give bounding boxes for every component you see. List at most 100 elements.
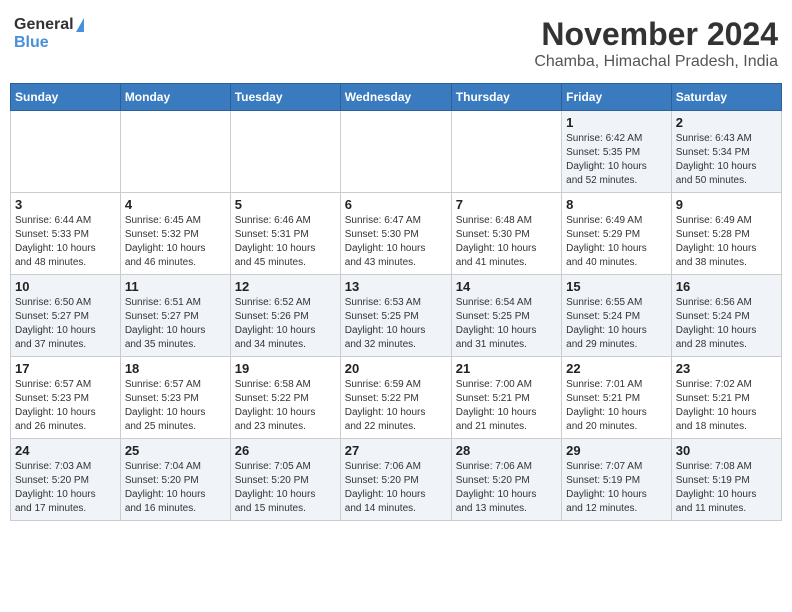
day-info: Sunrise: 6:47 AM Sunset: 5:30 PM Dayligh… xyxy=(345,214,447,270)
day-info: Sunrise: 6:46 AM Sunset: 5:31 PM Dayligh… xyxy=(235,214,336,270)
day-number: 6 xyxy=(345,197,447,212)
calendar-cell: 23Sunrise: 7:02 AM Sunset: 5:21 PM Dayli… xyxy=(671,357,781,439)
calendar-cell: 9Sunrise: 6:49 AM Sunset: 5:28 PM Daylig… xyxy=(671,193,781,275)
calendar-cell: 21 Sunrise: 7:00 AM Sunset: 5:21 PM Dayli… xyxy=(451,357,561,439)
day-number: 7 xyxy=(456,197,557,212)
day-number: 13 xyxy=(345,279,447,294)
day-info: Sunrise: 6:57 AM Sunset: 5:23 PM Dayligh… xyxy=(125,378,226,434)
day-info: Sunrise: 6:48 AM Sunset: 5:30 PM Dayligh… xyxy=(456,214,557,270)
calendar-cell xyxy=(451,111,561,193)
day-info: Sunrise: 7:07 AM Sunset: 5:19 PM Dayligh… xyxy=(566,460,667,516)
weekday-header-friday: Friday xyxy=(562,84,672,111)
calendar-cell: 27 Sunrise: 7:06 AM Sunset: 5:20 PM Dayli… xyxy=(340,439,451,521)
calendar-cell xyxy=(11,111,121,193)
calendar-cell: 14 Sunrise: 6:54 AM Sunset: 5:25 PM Dayli… xyxy=(451,275,561,357)
weekday-header-sunday: Sunday xyxy=(11,84,121,111)
day-info: Sunrise: 6:43 AM Sunset: 5:34 PM Dayligh… xyxy=(676,132,777,188)
day-number: 29 xyxy=(566,443,667,458)
day-info: Sunrise: 7:06 AM Sunset: 5:20 PM Dayligh… xyxy=(456,460,557,516)
day-info: Sunrise: 7:00 AM Sunset: 5:21 PM Dayligh… xyxy=(456,378,557,434)
calendar-cell xyxy=(120,111,230,193)
day-info: Sunrise: 7:06 AM Sunset: 5:20 PM Dayligh… xyxy=(345,460,447,516)
location-title: Chamba, Himachal Pradesh, India xyxy=(534,53,778,71)
day-number: 12 xyxy=(235,279,336,294)
calendar-cell: 11 Sunrise: 6:51 AM Sunset: 5:27 PM Dayli… xyxy=(120,275,230,357)
day-info: Sunrise: 6:59 AM Sunset: 5:22 PM Dayligh… xyxy=(345,378,447,434)
week-row-2: 3 Sunrise: 6:44 AM Sunset: 5:33 PM Daylig… xyxy=(11,193,782,275)
day-info: Sunrise: 6:56 AM Sunset: 5:24 PM Dayligh… xyxy=(676,296,777,352)
day-info: Sunrise: 7:03 AM Sunset: 5:20 PM Dayligh… xyxy=(15,460,116,516)
day-info: Sunrise: 7:01 AM Sunset: 5:21 PM Dayligh… xyxy=(566,378,667,434)
day-number: 19 xyxy=(235,361,336,376)
day-info: Sunrise: 6:54 AM Sunset: 5:25 PM Dayligh… xyxy=(456,296,557,352)
calendar-cell: 15Sunrise: 6:55 AM Sunset: 5:24 PM Dayli… xyxy=(562,275,672,357)
calendar-cell: 16 Sunrise: 6:56 AM Sunset: 5:24 PM Dayli… xyxy=(671,275,781,357)
weekday-header-row: SundayMondayTuesdayWednesdayThursdayFrid… xyxy=(11,84,782,111)
calendar-cell: 28Sunrise: 7:06 AM Sunset: 5:20 PM Dayli… xyxy=(451,439,561,521)
weekday-header-saturday: Saturday xyxy=(671,84,781,111)
logo-blue-text: Blue xyxy=(14,34,49,51)
month-title: November 2024 xyxy=(534,16,778,53)
day-number: 30 xyxy=(676,443,777,458)
calendar-cell: 17 Sunrise: 6:57 AM Sunset: 5:23 PM Dayli… xyxy=(11,357,121,439)
day-number: 27 xyxy=(345,443,447,458)
page-header: General Blue November 2024 Chamba, Himac… xyxy=(10,10,782,77)
calendar-cell: 10 Sunrise: 6:50 AM Sunset: 5:27 PM Dayli… xyxy=(11,275,121,357)
calendar-cell: 2 Sunrise: 6:43 AM Sunset: 5:34 PM Daylig… xyxy=(671,111,781,193)
calendar-cell: 24 Sunrise: 7:03 AM Sunset: 5:20 PM Dayli… xyxy=(11,439,121,521)
week-row-3: 10 Sunrise: 6:50 AM Sunset: 5:27 PM Dayli… xyxy=(11,275,782,357)
calendar-cell: 18 Sunrise: 6:57 AM Sunset: 5:23 PM Dayli… xyxy=(120,357,230,439)
calendar-cell: 20Sunrise: 6:59 AM Sunset: 5:22 PM Dayli… xyxy=(340,357,451,439)
weekday-header-wednesday: Wednesday xyxy=(340,84,451,111)
day-number: 15 xyxy=(566,279,667,294)
weekday-header-tuesday: Tuesday xyxy=(230,84,340,111)
day-info: Sunrise: 6:50 AM Sunset: 5:27 PM Dayligh… xyxy=(15,296,116,352)
day-info: Sunrise: 6:45 AM Sunset: 5:32 PM Dayligh… xyxy=(125,214,226,270)
day-info: Sunrise: 6:51 AM Sunset: 5:27 PM Dayligh… xyxy=(125,296,226,352)
day-number: 16 xyxy=(676,279,777,294)
calendar-cell: 1Sunrise: 6:42 AM Sunset: 5:35 PM Daylig… xyxy=(562,111,672,193)
calendar-cell: 4 Sunrise: 6:45 AM Sunset: 5:32 PM Daylig… xyxy=(120,193,230,275)
day-number: 11 xyxy=(125,279,226,294)
day-info: Sunrise: 6:49 AM Sunset: 5:29 PM Dayligh… xyxy=(566,214,667,270)
logo-general-text: General xyxy=(14,16,74,34)
calendar-cell: 5 Sunrise: 6:46 AM Sunset: 5:31 PM Daylig… xyxy=(230,193,340,275)
logo-triangle-icon xyxy=(76,18,84,32)
day-number: 24 xyxy=(15,443,116,458)
day-number: 4 xyxy=(125,197,226,212)
day-number: 5 xyxy=(235,197,336,212)
day-number: 8 xyxy=(566,197,667,212)
day-number: 17 xyxy=(15,361,116,376)
day-info: Sunrise: 6:53 AM Sunset: 5:25 PM Dayligh… xyxy=(345,296,447,352)
calendar-cell: 3 Sunrise: 6:44 AM Sunset: 5:33 PM Daylig… xyxy=(11,193,121,275)
calendar-cell: 6 Sunrise: 6:47 AM Sunset: 5:30 PM Daylig… xyxy=(340,193,451,275)
calendar-cell: 30Sunrise: 7:08 AM Sunset: 5:19 PM Dayli… xyxy=(671,439,781,521)
day-number: 9 xyxy=(676,197,777,212)
calendar-cell: 12 Sunrise: 6:52 AM Sunset: 5:26 PM Dayli… xyxy=(230,275,340,357)
day-number: 23 xyxy=(676,361,777,376)
calendar-cell xyxy=(230,111,340,193)
day-number: 14 xyxy=(456,279,557,294)
day-number: 25 xyxy=(125,443,226,458)
day-number: 26 xyxy=(235,443,336,458)
week-row-1: 1Sunrise: 6:42 AM Sunset: 5:35 PM Daylig… xyxy=(11,111,782,193)
calendar-cell xyxy=(340,111,451,193)
day-number: 3 xyxy=(15,197,116,212)
day-info: Sunrise: 7:05 AM Sunset: 5:20 PM Dayligh… xyxy=(235,460,336,516)
calendar-cell: 7 Sunrise: 6:48 AM Sunset: 5:30 PM Daylig… xyxy=(451,193,561,275)
day-number: 18 xyxy=(125,361,226,376)
day-info: Sunrise: 6:44 AM Sunset: 5:33 PM Dayligh… xyxy=(15,214,116,270)
day-number: 21 xyxy=(456,361,557,376)
day-number: 2 xyxy=(676,115,777,130)
day-info: Sunrise: 6:57 AM Sunset: 5:23 PM Dayligh… xyxy=(15,378,116,434)
day-info: Sunrise: 6:58 AM Sunset: 5:22 PM Dayligh… xyxy=(235,378,336,434)
day-info: Sunrise: 7:04 AM Sunset: 5:20 PM Dayligh… xyxy=(125,460,226,516)
calendar-cell: 22Sunrise: 7:01 AM Sunset: 5:21 PM Dayli… xyxy=(562,357,672,439)
day-number: 10 xyxy=(15,279,116,294)
day-info: Sunrise: 6:52 AM Sunset: 5:26 PM Dayligh… xyxy=(235,296,336,352)
calendar-table: SundayMondayTuesdayWednesdayThursdayFrid… xyxy=(10,83,782,521)
week-row-4: 17 Sunrise: 6:57 AM Sunset: 5:23 PM Dayli… xyxy=(11,357,782,439)
week-row-5: 24 Sunrise: 7:03 AM Sunset: 5:20 PM Dayli… xyxy=(11,439,782,521)
calendar-cell: 19 Sunrise: 6:58 AM Sunset: 5:22 PM Dayli… xyxy=(230,357,340,439)
day-info: Sunrise: 6:42 AM Sunset: 5:35 PM Dayligh… xyxy=(566,132,667,188)
